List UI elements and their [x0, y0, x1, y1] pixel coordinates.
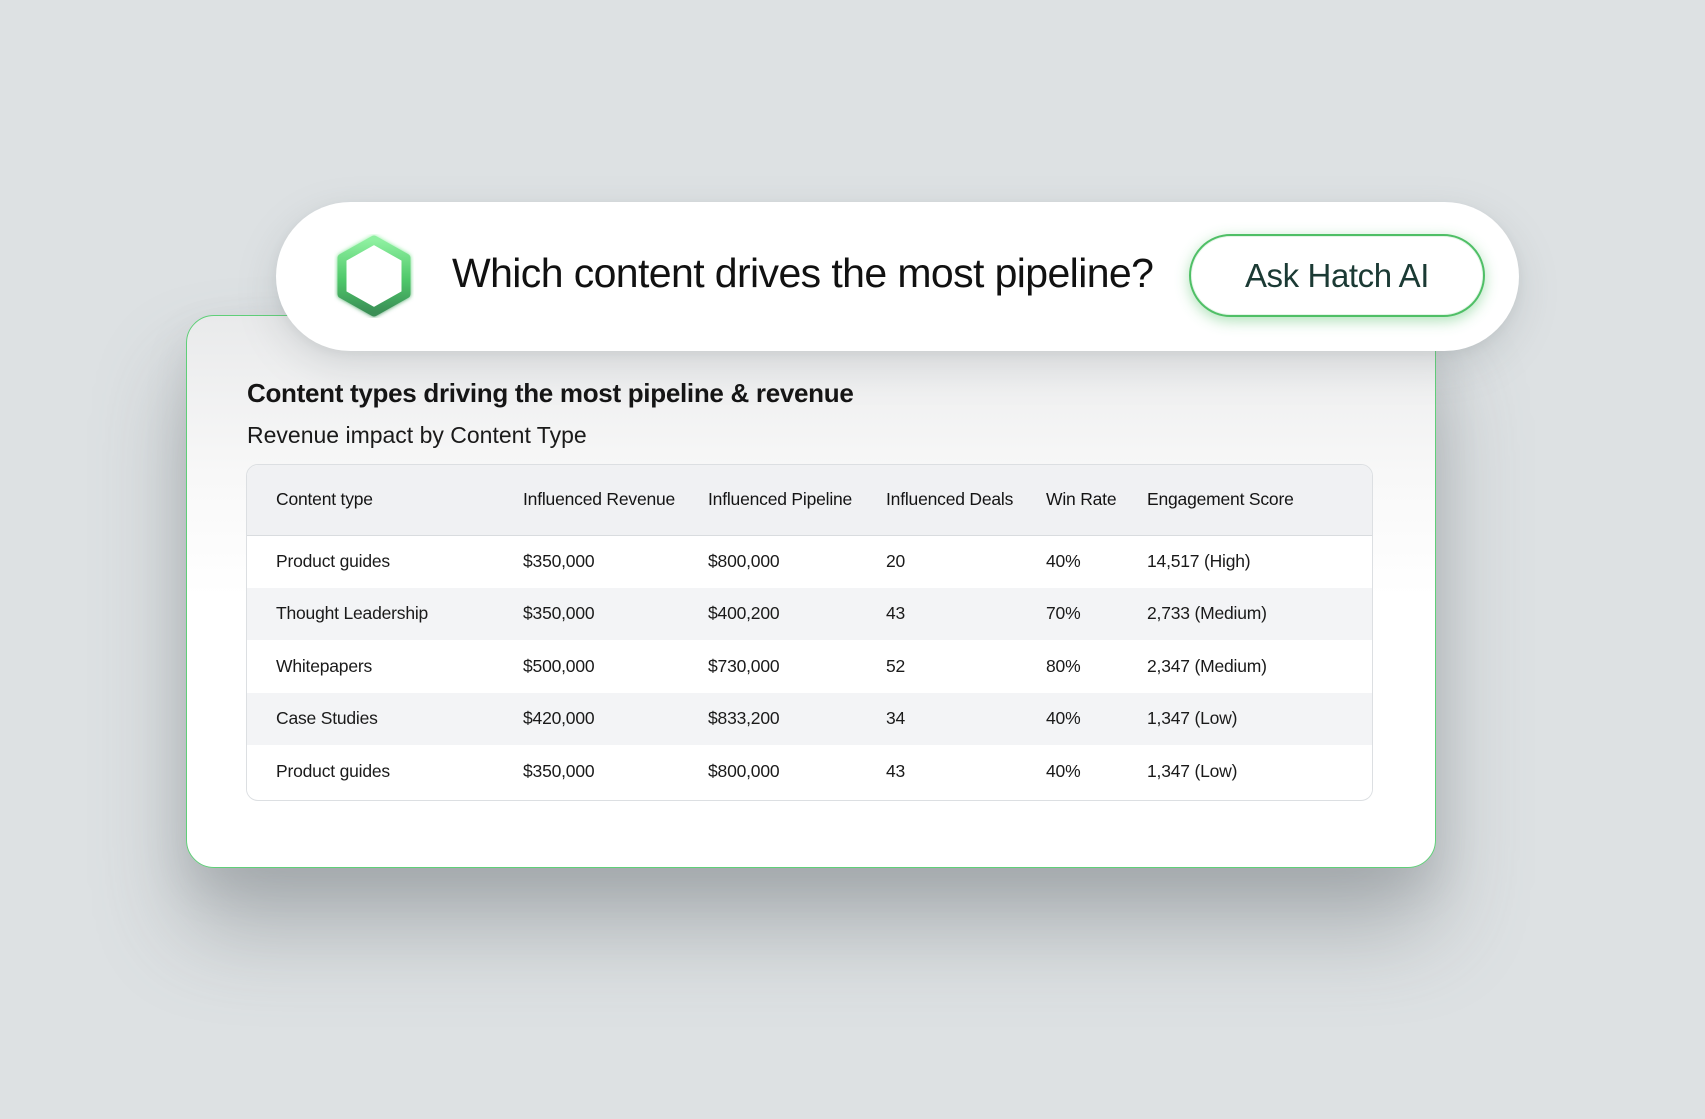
cell-influenced-pipeline: $800,000: [708, 551, 780, 571]
revenue-table: Content type Influenced Revenue Influenc…: [247, 465, 1372, 798]
cell-influenced-revenue: $350,000: [523, 760, 595, 781]
column-header-win-rate: Win Rate: [1046, 465, 1147, 536]
cell-influenced-deals: 43: [886, 603, 906, 624]
cell-influenced-revenue: $350,000: [523, 551, 595, 571]
cell-win-rate: 40%: [1046, 708, 1081, 729]
cell-influenced-revenue: $420,000: [523, 708, 595, 729]
hexagon-logo-icon: [337, 235, 411, 317]
cell-influenced-revenue: $500,000: [523, 655, 595, 676]
cell-influenced-deals: 34: [886, 708, 906, 729]
column-header-content-type: Content type: [247, 465, 523, 536]
cell-engagement-score: 2,733 (Medium): [1147, 603, 1267, 624]
table-row: Product guides $350,000 $800,000 43 40% …: [247, 745, 1372, 798]
column-header-influenced-pipeline: Influenced Pipeline: [708, 465, 886, 536]
results-card: Content types driving the most pipeline …: [186, 315, 1436, 868]
cell-influenced-pipeline: $400,200: [708, 603, 780, 624]
revenue-table-container: Content type Influenced Revenue Influenc…: [246, 464, 1373, 801]
table-row: Case Studies $420,000 $833,200 34 40% 1,…: [247, 692, 1372, 745]
ask-hatch-ai-button[interactable]: Ask Hatch AI: [1189, 234, 1485, 317]
ai-prompt-bar: Which content drives the most pipeline? …: [276, 202, 1519, 351]
cell-influenced-deals: 43: [886, 760, 906, 781]
cell-win-rate: 70%: [1046, 603, 1081, 624]
cell-engagement-score: 14,517 (High): [1147, 551, 1251, 571]
cell-content-type: Case Studies: [276, 708, 378, 729]
cell-win-rate: 80%: [1046, 655, 1081, 676]
cell-content-type: Product guides: [276, 551, 390, 571]
cell-influenced-deals: 52: [886, 655, 906, 676]
cell-engagement-score: 2,347 (Medium): [1147, 655, 1267, 676]
cell-influenced-pipeline: $800,000: [708, 760, 780, 781]
card-subtitle: Revenue impact by Content Type: [247, 422, 587, 448]
cell-influenced-revenue: $350,000: [523, 603, 595, 624]
table-header: Content type Influenced Revenue Influenc…: [247, 465, 1372, 536]
column-header-influenced-revenue: Influenced Revenue: [523, 465, 708, 536]
column-header-influenced-deals: Influenced Deals: [886, 465, 1046, 536]
column-header-engagement-score: Engagement Score: [1147, 465, 1372, 536]
cell-influenced-pipeline: $730,000: [708, 655, 780, 676]
table-header-row: Content type Influenced Revenue Influenc…: [247, 465, 1372, 536]
table-row: Whitepapers $500,000 $730,000 52 80% 2,3…: [247, 640, 1372, 693]
cell-influenced-deals: 20: [886, 551, 906, 571]
cell-content-type: Product guides: [276, 760, 390, 781]
card-title: Content types driving the most pipeline …: [247, 378, 854, 408]
cell-engagement-score: 1,347 (Low): [1147, 760, 1238, 781]
table-body: Product guides $350,000 $800,000 20 40% …: [247, 535, 1372, 798]
cell-content-type: Whitepapers: [276, 655, 373, 676]
cell-engagement-score: 1,347 (Low): [1147, 708, 1238, 729]
cell-influenced-pipeline: $833,200: [708, 708, 780, 729]
table-row: Thought Leadership $350,000 $400,200 43 …: [247, 587, 1372, 640]
cell-win-rate: 40%: [1046, 760, 1081, 781]
cell-content-type: Thought Leadership: [276, 603, 429, 624]
cell-win-rate: 40%: [1046, 551, 1081, 571]
prompt-question: Which content drives the most pipeline?: [452, 250, 1154, 296]
table-row: Product guides $350,000 $800,000 20 40% …: [247, 535, 1372, 588]
